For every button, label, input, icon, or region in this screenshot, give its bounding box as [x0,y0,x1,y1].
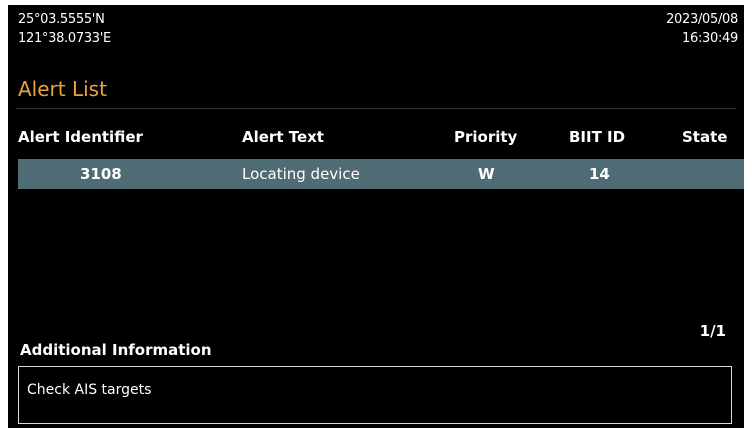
header-priority: Priority [454,128,518,146]
biit-id-cell: 14 [589,165,610,183]
latitude: 25°03.5555'N [18,12,105,27]
header-alert-identifier: Alert Identifier [18,128,143,146]
header-biit-id: BIIT ID [569,128,626,146]
page-indicator: 1/1 [699,322,726,340]
additional-information-box: Check AIS targets [18,366,732,424]
alert-text-cell: Locating device [242,165,360,183]
time: 16:30:49 [682,31,738,46]
datetime-readout: 2023/05/08 16:30:49 [666,10,738,48]
priority-cell: W [478,165,495,183]
additional-information-label: Additional Information [20,341,212,359]
title-divider [16,108,736,109]
header-alert-text: Alert Text [242,128,324,146]
alert-list-screen: 25°03.5555'N 121°38.0733'E 2023/05/08 16… [8,5,744,428]
table-row[interactable]: 3108 Locating device W 14 [18,159,744,189]
alert-identifier-cell: 3108 [80,165,122,183]
position-readout: 25°03.5555'N 121°38.0733'E [18,10,111,48]
longitude: 121°38.0733'E [18,31,111,46]
date: 2023/05/08 [666,12,738,27]
header-state: State [682,128,728,146]
page-title: Alert List [18,77,107,101]
additional-information-text: Check AIS targets [27,382,152,398]
